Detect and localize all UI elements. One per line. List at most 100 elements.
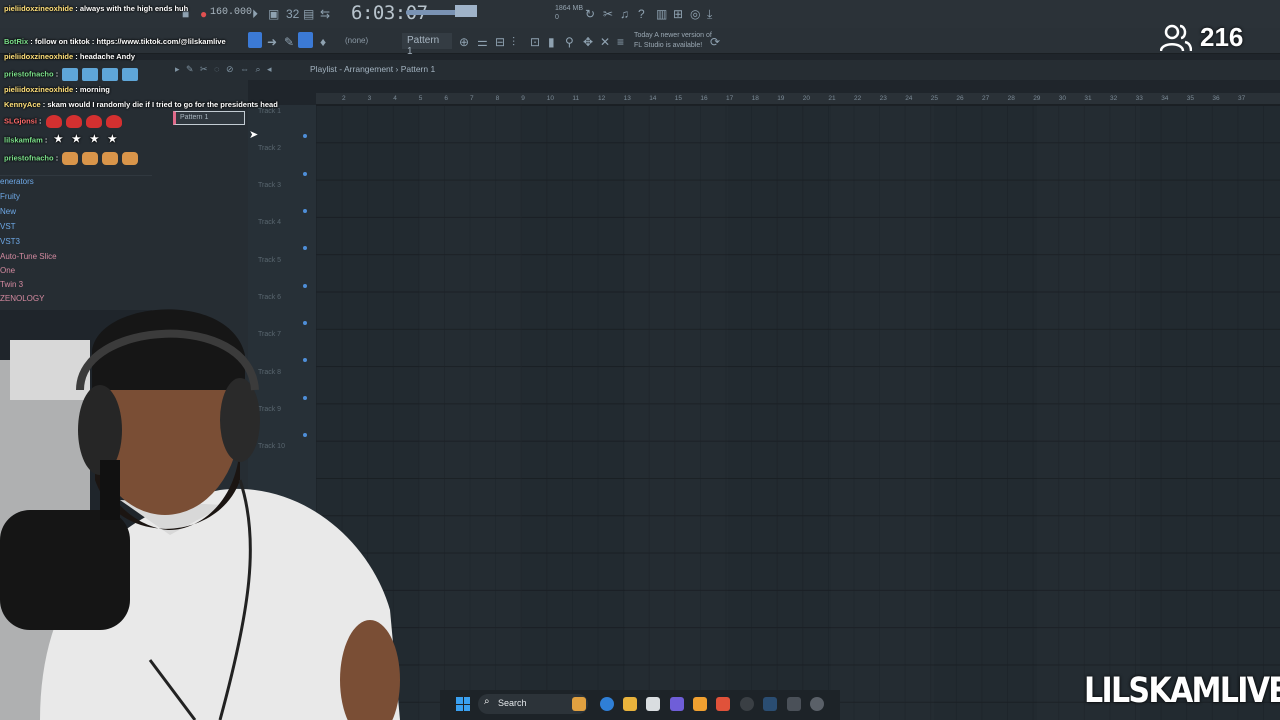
chat-emote-icon <box>62 68 79 81</box>
taskbar-app-icon[interactable] <box>787 697 801 711</box>
snap-selector[interactable]: (none) <box>345 36 368 45</box>
edge-icon[interactable] <box>600 697 614 711</box>
chat-emote-icon: ★ <box>71 134 81 145</box>
chat-username[interactable]: SLGjonsi <box>4 116 37 125</box>
brave-icon[interactable] <box>716 697 730 711</box>
browser-item-fruity[interactable]: Fruity <box>0 192 20 201</box>
chat-text: : always with the high ends huh <box>75 4 189 13</box>
taskbar-app-icon[interactable] <box>572 697 586 711</box>
ruler-number: 18 <box>751 95 759 102</box>
browser-item-one[interactable]: One <box>0 266 15 275</box>
record-icon[interactable]: ● <box>200 7 207 21</box>
mixer-icon[interactable]: ⊞ <box>673 7 683 21</box>
tempo-display[interactable]: 160.000 <box>210 7 252 18</box>
step-edit-icon[interactable]: ▤ <box>303 7 314 21</box>
taskbar-app-icon[interactable] <box>810 697 824 711</box>
add-pattern-icon[interactable]: ⊕ <box>459 35 469 49</box>
chat-username[interactable]: pieliidoxzineoxhide <box>4 52 73 61</box>
chat-username[interactable]: lilskamfam <box>4 135 43 144</box>
chat-message: SLGjonsi : <box>4 115 122 128</box>
store-icon[interactable] <box>646 697 660 711</box>
play-pattern-icon[interactable]: ➜ <box>267 35 277 49</box>
ruler-number: 2 <box>342 95 346 102</box>
track-label[interactable]: Track 3 <box>258 182 281 189</box>
loop-record-icon[interactable]: ⇆ <box>320 7 330 21</box>
paint-icon[interactable]: ♦ <box>320 35 326 49</box>
track-mute-icon[interactable] <box>303 172 307 176</box>
pattern-item[interactable]: Pattern 1 <box>173 111 245 125</box>
chat-emote-icon <box>102 152 119 165</box>
countdown-icon[interactable]: 32 <box>286 7 299 21</box>
file-explorer-icon[interactable] <box>623 697 637 711</box>
browser-item-vst3[interactable]: VST3 <box>0 237 20 246</box>
track-mute-icon[interactable] <box>303 134 307 138</box>
browser-item-vst[interactable]: VST <box>0 222 16 231</box>
wait-input-icon[interactable]: ▣ <box>268 7 279 21</box>
ruler-number: 6 <box>444 95 449 102</box>
chat-username[interactable]: priestofnacho <box>4 69 54 78</box>
track-label[interactable]: Track 4 <box>258 219 281 226</box>
browser-item-generators[interactable]: enerators <box>0 177 34 186</box>
mic-tool-icon[interactable]: ⚲ <box>565 35 574 49</box>
ruler-number: 31 <box>1084 95 1092 102</box>
update-notice[interactable]: Today A newer version of FL Studio is av… <box>634 31 714 51</box>
chat-emote-icon: ★ <box>53 134 63 145</box>
fl-studio-icon[interactable] <box>693 697 707 711</box>
track-label[interactable]: Track 2 <box>258 145 281 152</box>
pencil-icon[interactable]: ✎ <box>284 35 294 49</box>
browser-item-autotune[interactable]: Auto-Tune Slice <box>0 252 57 261</box>
track-label[interactable]: Track 5 <box>258 257 281 264</box>
viewer-count-value: 216 <box>1200 22 1244 52</box>
grid-bar-band <box>625 105 728 720</box>
plugin-icon[interactable]: ⊡ <box>530 35 540 49</box>
update-icon[interactable]: ⟳ <box>710 35 720 49</box>
undo-icon[interactable]: ↻ <box>585 7 595 21</box>
ruler-number: 7 <box>470 95 474 102</box>
playlist-tools[interactable]: ▸ ✎ ✂ ◌ ⊘ ⇔ ⌕ ◂ <box>175 64 274 75</box>
chat-emote-icon <box>65 115 82 128</box>
channel-rack-icon[interactable]: ▥ <box>656 7 667 21</box>
mixer-tool-icon[interactable]: ⫶ <box>512 35 515 49</box>
browser-icon[interactable]: ◎ <box>690 7 700 21</box>
chat-username[interactable]: BotRix <box>4 37 28 46</box>
chat-emote-icon: ★ <box>107 134 117 145</box>
chat-username[interactable]: pieliidoxzineoxhide <box>4 85 73 94</box>
grid-bar-band <box>1037 105 1140 720</box>
chat-message: lilskamfam : ★ ★ ★ ★ <box>4 134 119 147</box>
chat-username[interactable]: KennyAce <box>4 100 41 109</box>
chat-emote-icon <box>62 152 79 165</box>
plug-icon[interactable]: ✕ <box>600 35 610 49</box>
piano-roll-icon[interactable]: ⊟ <box>495 35 505 49</box>
windows-start-icon[interactable] <box>456 697 470 711</box>
discord-icon[interactable] <box>670 697 684 711</box>
cut-icon[interactable]: ✂ <box>603 7 613 21</box>
steam-icon[interactable] <box>763 697 777 711</box>
help-icon[interactable]: ? <box>638 7 645 21</box>
ruler-number: 35 <box>1186 95 1195 102</box>
obs-icon[interactable] <box>740 697 754 711</box>
mic-icon[interactable]: ♫ <box>620 7 629 21</box>
download-icon[interactable]: ⤓ <box>707 7 712 21</box>
channel-watermark: LILSKAMLIVE <box>1084 671 1280 711</box>
link-icon[interactable]: ✥ <box>583 35 593 49</box>
chat-text: : morning <box>75 85 110 94</box>
ruler-number: 14 <box>649 95 657 102</box>
channel-icon[interactable]: ⚌ <box>477 35 488 49</box>
track-mute-icon[interactable] <box>303 246 307 250</box>
track-mute-icon[interactable] <box>303 209 307 213</box>
chat-username[interactable]: priestofnacho <box>4 153 54 162</box>
list-icon[interactable]: ≡ <box>617 35 624 49</box>
chat-username[interactable]: pieliidoxzineoxhide <box>4 4 73 13</box>
chat-message: pieliidoxzineoxhide : morning <box>4 85 110 94</box>
ruler-number: 15 <box>674 95 683 102</box>
snap-button[interactable] <box>248 32 262 48</box>
draw-mode-button[interactable] <box>298 32 313 48</box>
ruler-number: 30 <box>1058 95 1067 102</box>
browser-item-new[interactable]: New <box>0 207 16 216</box>
metronome-icon[interactable]: ⏵ <box>252 7 258 21</box>
chat-emote-icon <box>45 115 62 128</box>
clip-icon[interactable]: ▮ <box>548 35 555 49</box>
ruler-number: 11 <box>572 95 580 102</box>
track-label[interactable]: Track 1 <box>258 108 281 115</box>
pattern-selector[interactable]: Pattern 1 <box>402 33 452 57</box>
